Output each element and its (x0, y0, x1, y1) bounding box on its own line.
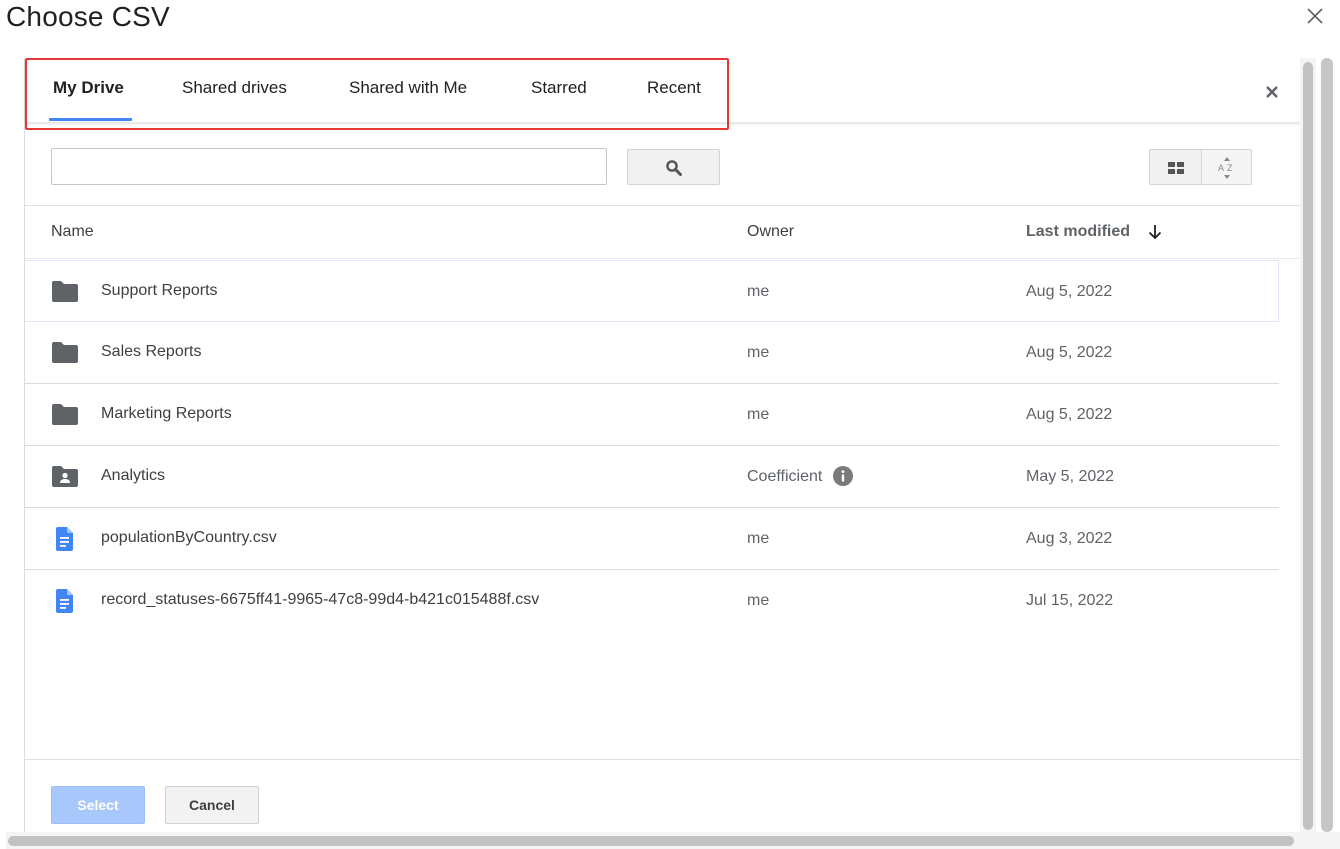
search-button[interactable] (627, 149, 720, 185)
table-row[interactable]: populationByCountry.csv me Aug 3, 2022 (25, 508, 1279, 570)
page-vertical-scrollbar[interactable] (1321, 58, 1333, 832)
picker-scrollbar[interactable] (1303, 62, 1313, 830)
folder-icon (52, 342, 78, 363)
header-divider (25, 258, 1301, 259)
column-header-owner[interactable]: Owner (747, 223, 794, 241)
sort-button[interactable]: A Z (1202, 149, 1252, 185)
info-icon[interactable] (833, 466, 853, 486)
close-icon[interactable] (1263, 83, 1281, 101)
row-modified: Aug 5, 2022 (1026, 344, 1113, 361)
table-row[interactable]: Marketing Reports me Aug 5, 2022 (25, 384, 1279, 446)
grid-view-button[interactable] (1149, 149, 1202, 185)
sort-az-icon: A Z (1218, 157, 1233, 179)
column-header-last-modified[interactable]: Last modified (1026, 223, 1130, 241)
row-name: Marketing Reports (101, 405, 232, 422)
document-icon (56, 589, 73, 613)
shared-folder-icon (52, 466, 78, 487)
row-owner: me (747, 344, 770, 361)
toolbar-divider (25, 205, 1301, 206)
row-owner: me (747, 283, 770, 300)
table-row[interactable]: Sales Reports me Aug 5, 2022 (25, 322, 1279, 384)
row-name: populationByCountry.csv (101, 529, 277, 546)
arrow-down-icon[interactable] (1145, 222, 1165, 242)
row-modified: Aug 3, 2022 (1026, 530, 1113, 547)
row-modified: Aug 5, 2022 (1026, 283, 1113, 300)
row-modified: Aug 5, 2022 (1026, 406, 1113, 423)
dialog-title: Choose CSV (6, 1, 170, 32)
tab-bar: My Drive Shared drives Shared with Me St… (25, 58, 1301, 130)
svg-text:Z: Z (1227, 163, 1233, 173)
column-header-name[interactable]: Name (51, 223, 94, 241)
row-owner: me (747, 592, 770, 609)
row-name: Support Reports (101, 282, 218, 299)
search-input[interactable] (51, 148, 607, 185)
close-icon[interactable] (1303, 4, 1327, 28)
table-row[interactable]: Analytics Coefficient May 5, 2022 (25, 446, 1279, 508)
tabs-highlight-box (25, 58, 729, 130)
file-picker: My Drive Shared drives Shared with Me St… (24, 58, 1301, 832)
horizontal-scrollbar[interactable] (8, 836, 1294, 846)
row-modified: May 5, 2022 (1026, 468, 1115, 485)
row-owner: me (747, 406, 770, 423)
row-name: Analytics (101, 467, 166, 484)
document-icon (56, 527, 73, 551)
row-owner: me (747, 530, 770, 547)
footer-divider (25, 759, 1301, 760)
row-name: record_statuses-6675ff41-9965-47c8-99d4-… (101, 591, 540, 608)
folder-icon (52, 404, 78, 425)
svg-text:A: A (1218, 163, 1224, 173)
folder-icon (52, 281, 78, 302)
search-icon (666, 160, 682, 176)
row-name: Sales Reports (101, 343, 202, 360)
cancel-button[interactable]: Cancel (165, 786, 259, 824)
table-row[interactable]: Support Reports me Aug 5, 2022 (25, 260, 1279, 322)
row-owner: Coefficient (747, 468, 823, 485)
select-button[interactable]: Select (51, 786, 145, 824)
row-modified: Jul 15, 2022 (1026, 592, 1114, 609)
table-row[interactable]: record_statuses-6675ff41-9965-47c8-99d4-… (25, 570, 1279, 632)
grid-icon (1168, 162, 1184, 174)
